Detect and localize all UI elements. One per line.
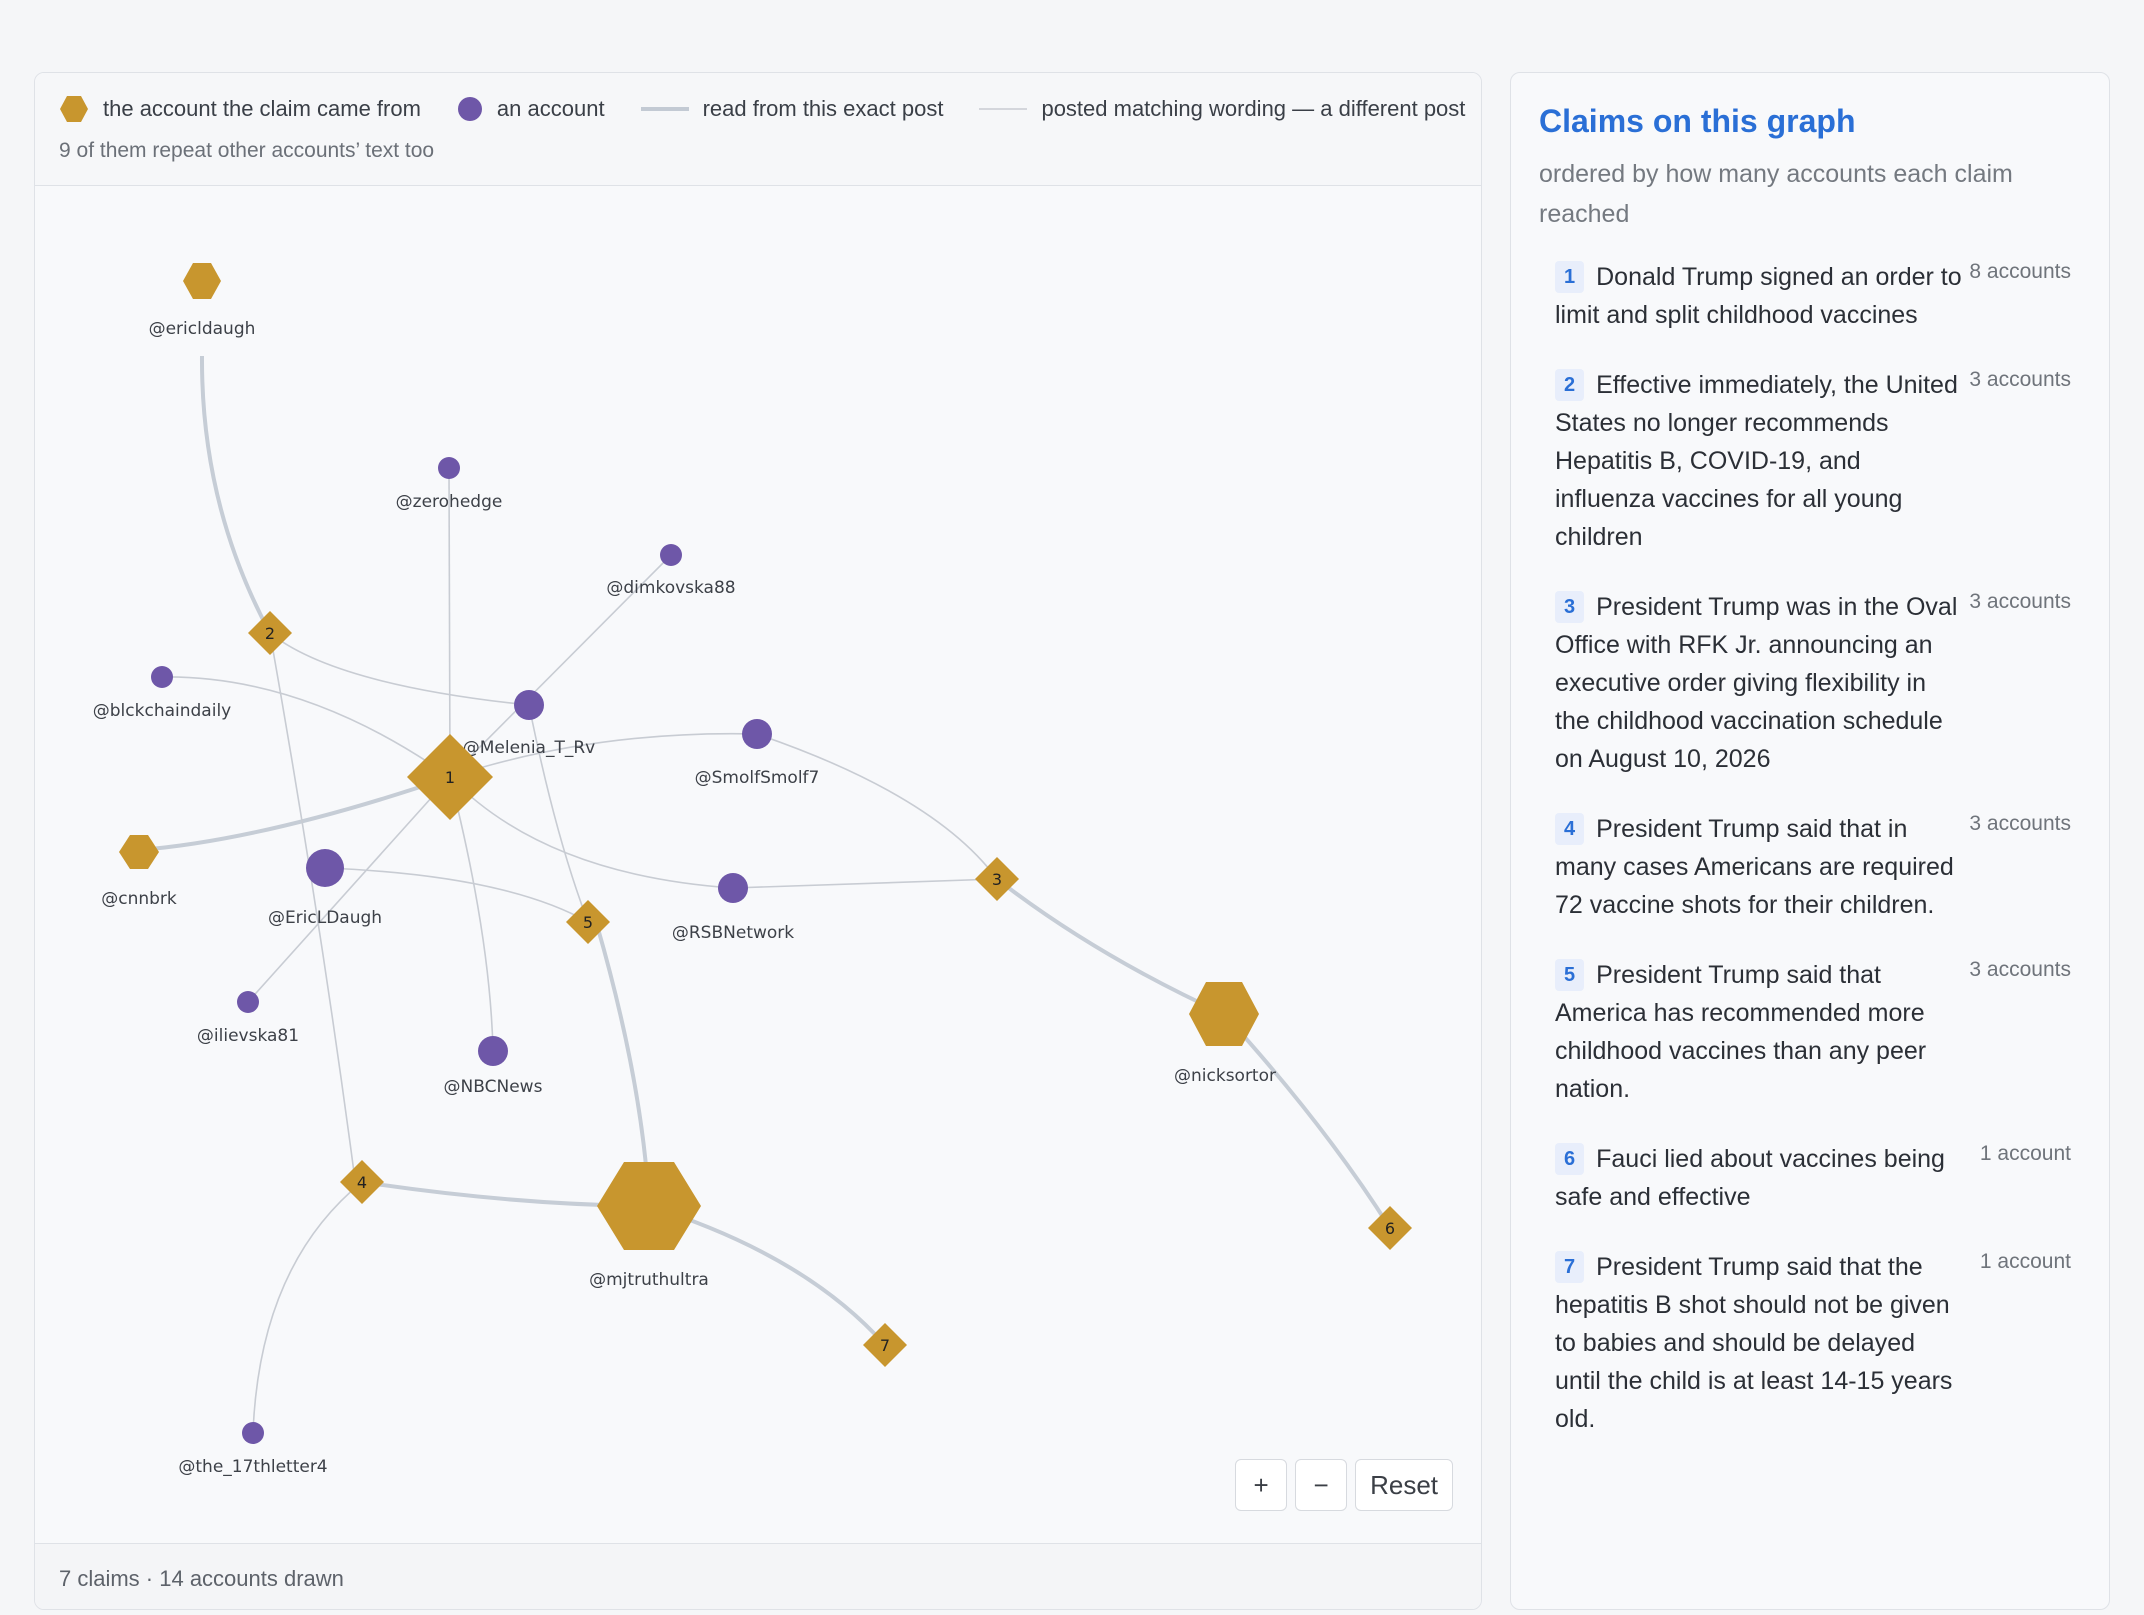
node-label-zerohedge: @zerohedge: [396, 492, 503, 512]
claim-marker-2[interactable]: 2: [248, 611, 292, 655]
claim-number-badge: 7: [1555, 1251, 1585, 1283]
claim-number-badge: 3: [1555, 591, 1585, 623]
claim-number-badge: 2: [1555, 369, 1585, 401]
thin-line-icon: [979, 108, 1028, 110]
legend-row: the account the claim came from an accou…: [59, 95, 1481, 123]
claim-text-wrap: 4 President Trump said that in many cases…: [1555, 810, 1963, 924]
account-node-ericldaugh2[interactable]: @EricLDaugh: [268, 849, 382, 928]
accounts: @zerohedge @dimkovska88 @Melenia_T_Rv @b…: [93, 457, 820, 1477]
claim-marker-4[interactable]: 4: [340, 1160, 384, 1204]
claim-number-badge: 6: [1555, 1143, 1585, 1175]
claims-subtitle: ordered by how many accounts each claim …: [1539, 160, 2013, 228]
claim-text-wrap: 7 President Trump said that the hepatitis…: [1555, 1248, 1963, 1438]
claim-marker-6-label: 6: [1385, 1219, 1395, 1238]
zoom-in-button[interactable]: +: [1235, 1459, 1288, 1511]
claim-marker-5[interactable]: 5: [566, 900, 610, 944]
hexagon-icon: [60, 96, 88, 122]
node-label-smolfsmolf7: @SmolfSmolf7: [695, 768, 820, 788]
origin-accounts: @ericldaugh @cnnbrk @nicksortor @mjtruth…: [101, 263, 1276, 1290]
claim-text: President Trump said that in many cases …: [1555, 815, 1954, 919]
claim-account-count: 3 accounts: [1969, 368, 2071, 391]
node-label-nicksortor: @nicksortor: [1174, 1066, 1276, 1086]
claim-list-item[interactable]: 6 Fauci lied about vaccines being safe an…: [1539, 1140, 2081, 1216]
graph-footer: 7 claims · 14 accounts drawn: [35, 1543, 1481, 1609]
legend-matching-label: posted matching wording — a different po…: [1041, 96, 1466, 121]
claim-marker-3[interactable]: 3: [975, 857, 1019, 901]
legend-matching: posted matching wording — a different po…: [979, 96, 1465, 122]
claim-text-wrap: 1 Donald Trump signed an order to limit a…: [1555, 258, 1963, 334]
node-label-rsbnetwork: @RSBNetwork: [672, 923, 794, 943]
claim-list-item[interactable]: 7 President Trump said that the hepatitis…: [1539, 1248, 2081, 1438]
claim-marker-2-label: 2: [265, 624, 275, 643]
node-label-dimkovska88: @dimkovska88: [606, 578, 735, 598]
node-label-blckchaindaily: @blckchaindaily: [93, 701, 231, 721]
claim-number-badge: 1: [1555, 261, 1585, 293]
claim-list-item[interactable]: 4 President Trump said that in many cases…: [1539, 810, 2081, 924]
legend-origin: the account the claim came from: [59, 95, 421, 123]
origin-node-ericldaugh[interactable]: @ericldaugh: [149, 263, 256, 339]
claims-panel: Claims on this graph ordered by how many…: [1510, 72, 2110, 1610]
claim-number-badge: 5: [1555, 959, 1585, 991]
account-node-smolfsmolf7[interactable]: @SmolfSmolf7: [695, 719, 820, 788]
claim-text-wrap: 2 Effective immediately, the United State…: [1555, 366, 1963, 556]
node-label-the17thletter4: @the_17thletter4: [178, 1457, 327, 1477]
node-label-ilievska81: @ilievska81: [197, 1026, 299, 1046]
claim-marker-6[interactable]: 6: [1368, 1206, 1412, 1250]
account-node-the17thletter4[interactable]: @the_17thletter4: [178, 1422, 328, 1477]
claim-account-count: 3 accounts: [1969, 590, 2071, 613]
claim-list-item[interactable]: 5 President Trump said that America has r…: [1539, 956, 2081, 1108]
zoom-controls: + − Reset: [1235, 1459, 1453, 1511]
claim-account-count: 3 accounts: [1969, 958, 2071, 981]
claim-list-item[interactable]: 3 President Trump was in the Oval Office …: [1539, 588, 2081, 778]
legend-account-label: an account: [496, 96, 605, 121]
claim-account-count: 8 accounts: [1969, 260, 2071, 283]
claim-account-count: 1 account: [1979, 1142, 2071, 1165]
account-node-blckchaindaily[interactable]: @blckchaindaily: [93, 666, 231, 721]
node-label-melenia: @Melenia_T_Rv: [463, 738, 595, 758]
claim-text: Donald Trump signed an order to limit an…: [1555, 263, 1962, 329]
matching-wording-edges: [161, 467, 998, 1433]
claim-text: Effective immediately, the United States…: [1555, 371, 1958, 551]
claim-number-badge: 4: [1555, 813, 1585, 845]
claim-marker-1-label: 1: [445, 768, 455, 787]
account-node-nbcnews[interactable]: @NBCNews: [444, 1036, 543, 1097]
node-label-ericldaugh: @ericldaugh: [149, 319, 256, 339]
claim-text-wrap: 5 President Trump said that America has r…: [1555, 956, 1963, 1108]
graph-canvas[interactable]: @ericldaugh @cnnbrk @nicksortor @mjtruth…: [35, 185, 1482, 1543]
thick-line-icon: [640, 107, 689, 111]
claim-list-item[interactable]: 2 Effective immediately, the United State…: [1539, 366, 2081, 556]
graph-panel: the account the claim came from an accou…: [34, 72, 1482, 1610]
claim-text: President Trump said that America has re…: [1555, 961, 1927, 1103]
claim-marker-5-label: 5: [583, 913, 593, 932]
node-label-cnnbrk: @cnnbrk: [101, 889, 177, 909]
circle-icon: [457, 97, 482, 121]
node-label-ericldaugh2: @EricLDaugh: [268, 908, 382, 928]
node-label-mjtruthultra: @mjtruthultra: [589, 1270, 709, 1290]
claim-account-count: 1 account: [1979, 1250, 2071, 1273]
origin-node-mjtruthultra[interactable]: @mjtruthultra: [589, 1162, 709, 1290]
account-node-ilievska81[interactable]: @ilievska81: [197, 991, 299, 1046]
legend-exact: read from this exact post: [640, 96, 944, 122]
claim-list-item[interactable]: 1 Donald Trump signed an order to limit a…: [1539, 258, 2081, 334]
claim-marker-4-label: 4: [357, 1173, 367, 1192]
claim-marker-7-label: 7: [880, 1336, 890, 1355]
network-graph[interactable]: @ericldaugh @cnnbrk @nicksortor @mjtruth…: [35, 185, 1482, 1543]
zoom-out-button[interactable]: −: [1295, 1459, 1348, 1511]
claim-text-wrap: 6 Fauci lied about vaccines being safe an…: [1555, 1140, 1963, 1216]
claim-text-wrap: 3 President Trump was in the Oval Office …: [1555, 588, 1963, 778]
claims-title: Claims on this graph: [1539, 103, 1856, 139]
claim-account-count: 3 accounts: [1969, 812, 2071, 835]
claim-text: President Trump was in the Oval Office w…: [1555, 593, 1958, 773]
node-label-nbcnews: @NBCNews: [444, 1077, 543, 1097]
claim-marker-3-label: 3: [992, 870, 1002, 889]
claim-text: President Trump said that the hepatitis …: [1555, 1253, 1953, 1433]
account-node-dimkovska88[interactable]: @dimkovska88: [606, 544, 736, 598]
legend: the account the claim came from an accou…: [35, 73, 1481, 186]
legend-note: 9 of them repeat other accounts’ text to…: [59, 139, 435, 162]
reset-zoom-button[interactable]: Reset: [1355, 1459, 1453, 1511]
claim-text: Fauci lied about vaccines being safe and…: [1555, 1145, 1945, 1211]
legend-account: an account: [457, 96, 605, 122]
legend-origin-label: the account the claim came from: [103, 96, 421, 121]
legend-exact-label: read from this exact post: [702, 96, 944, 121]
